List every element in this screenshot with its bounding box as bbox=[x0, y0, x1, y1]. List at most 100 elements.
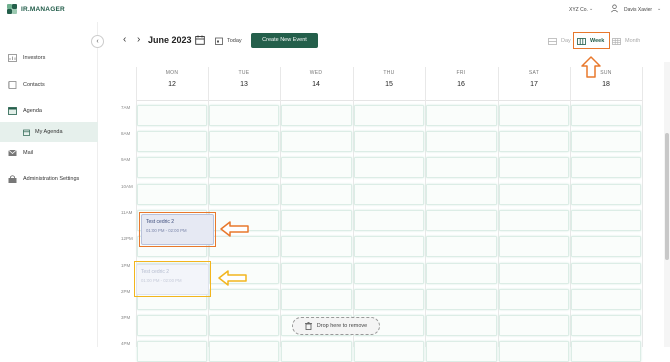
time-slot[interactable] bbox=[281, 184, 352, 205]
time-slot[interactable] bbox=[499, 157, 569, 178]
day-name: THU bbox=[383, 70, 395, 76]
time-slot[interactable] bbox=[209, 157, 279, 178]
time-slot[interactable] bbox=[209, 341, 279, 362]
day-number: 12 bbox=[168, 81, 176, 88]
view-month-button[interactable]: Month bbox=[612, 35, 640, 47]
time-slot[interactable] bbox=[571, 210, 641, 231]
time-slot[interactable] bbox=[571, 105, 641, 126]
time-slot[interactable] bbox=[426, 315, 497, 336]
time-slot[interactable] bbox=[426, 131, 497, 152]
sidebar: Investors Contacts Agenda My Agenda Mail bbox=[0, 22, 98, 347]
time-slot[interactable] bbox=[354, 210, 424, 231]
time-slot[interactable] bbox=[281, 236, 352, 257]
create-new-event-button[interactable]: Create New Event bbox=[251, 33, 318, 48]
time-slot[interactable] bbox=[499, 289, 569, 310]
day-number: 18 bbox=[602, 81, 610, 88]
sidebar-item-mail[interactable]: Mail bbox=[0, 143, 98, 163]
next-week-button[interactable]: › bbox=[137, 34, 140, 45]
time-slot[interactable] bbox=[281, 131, 352, 152]
time-slot[interactable] bbox=[281, 289, 352, 310]
today-button[interactable]: Today bbox=[215, 35, 242, 46]
time-slot[interactable] bbox=[137, 105, 207, 126]
date-picker-icon[interactable] bbox=[195, 35, 205, 45]
day-name: WED bbox=[309, 70, 323, 76]
drop-to-remove-zone[interactable]: Drop here to remove bbox=[292, 317, 380, 335]
sidebar-item-my-agenda[interactable]: My Agenda bbox=[0, 122, 98, 142]
time-slot[interactable] bbox=[209, 236, 279, 257]
time-slot[interactable] bbox=[281, 341, 352, 362]
time-slot[interactable] bbox=[209, 315, 279, 336]
user-icon[interactable] bbox=[610, 4, 619, 13]
time-slot[interactable] bbox=[426, 184, 497, 205]
time-slot[interactable] bbox=[354, 341, 424, 362]
chevron-down-icon[interactable]: ⌄ bbox=[657, 6, 661, 12]
time-slot[interactable] bbox=[281, 263, 352, 284]
time-slot[interactable] bbox=[426, 236, 497, 257]
time-slot[interactable] bbox=[499, 263, 569, 284]
time-slot[interactable] bbox=[571, 131, 641, 152]
time-slot[interactable] bbox=[426, 210, 497, 231]
time-slot[interactable] bbox=[426, 341, 497, 362]
time-slot[interactable] bbox=[137, 315, 207, 336]
agenda-icon bbox=[8, 107, 17, 115]
company-selector[interactable]: XYZ Co. bbox=[569, 7, 588, 13]
time-slot[interactable] bbox=[209, 289, 279, 310]
week-view-highlight-box bbox=[573, 32, 610, 49]
sidebar-item-agenda[interactable]: Agenda bbox=[0, 101, 98, 121]
previous-week-button[interactable]: ‹ bbox=[123, 34, 126, 45]
time-slot[interactable] bbox=[354, 105, 424, 126]
time-slot[interactable] bbox=[571, 315, 641, 336]
time-slot[interactable] bbox=[426, 157, 497, 178]
time-slot[interactable] bbox=[499, 184, 569, 205]
day-header-sat[interactable]: SAT 17 bbox=[498, 70, 570, 88]
day-header-fri[interactable]: FRI 16 bbox=[425, 70, 497, 88]
chevron-down-icon[interactable]: ⌄ bbox=[589, 6, 593, 12]
time-slot[interactable] bbox=[571, 157, 641, 178]
time-slot[interactable] bbox=[571, 263, 641, 284]
time-slot[interactable] bbox=[137, 341, 207, 362]
time-slot[interactable] bbox=[137, 131, 207, 152]
sidebar-item-investors[interactable]: Investors bbox=[0, 48, 98, 68]
time-slot[interactable] bbox=[499, 315, 569, 336]
time-slot[interactable] bbox=[426, 105, 497, 126]
scrollbar-thumb[interactable] bbox=[665, 133, 669, 260]
time-slot[interactable] bbox=[499, 105, 569, 126]
time-slot[interactable] bbox=[281, 210, 352, 231]
time-slot[interactable] bbox=[426, 263, 497, 284]
time-slot[interactable] bbox=[354, 131, 424, 152]
time-slot[interactable] bbox=[499, 210, 569, 231]
time-slot[interactable] bbox=[354, 157, 424, 178]
time-slot[interactable] bbox=[499, 131, 569, 152]
time-slot[interactable] bbox=[571, 184, 641, 205]
time-slot[interactable] bbox=[571, 236, 641, 257]
sidebar-item-contacts[interactable]: Contacts bbox=[0, 75, 98, 95]
app-logo[interactable]: IR.MANAGER bbox=[7, 4, 65, 14]
time-slot[interactable] bbox=[281, 105, 352, 126]
day-header-wed[interactable]: WED 14 bbox=[280, 70, 352, 88]
time-slot[interactable] bbox=[571, 341, 641, 362]
time-slot[interactable] bbox=[354, 184, 424, 205]
sidebar-item-label: My Agenda bbox=[35, 129, 63, 135]
day-header-tue[interactable]: TUE 13 bbox=[208, 70, 280, 88]
time-slot[interactable] bbox=[209, 184, 279, 205]
sidebar-item-administration-settings[interactable]: Administration Settings bbox=[0, 169, 98, 189]
time-slot[interactable] bbox=[499, 236, 569, 257]
time-slot[interactable] bbox=[137, 184, 207, 205]
arrow-left-annotation-icon bbox=[218, 270, 247, 286]
time-slot[interactable] bbox=[137, 157, 207, 178]
time-slot[interactable] bbox=[354, 263, 424, 284]
time-slot[interactable] bbox=[354, 236, 424, 257]
time-slot[interactable] bbox=[571, 289, 641, 310]
time-slot[interactable] bbox=[209, 131, 279, 152]
time-slot[interactable] bbox=[281, 157, 352, 178]
user-name[interactable]: Davis Xavier bbox=[624, 7, 652, 13]
collapse-sidebar-button[interactable]: ‹ bbox=[91, 35, 104, 48]
view-day-button[interactable]: Day bbox=[548, 35, 571, 47]
day-header-thu[interactable]: THU 15 bbox=[353, 70, 425, 88]
time-slot[interactable] bbox=[209, 105, 279, 126]
day-header-sun[interactable]: SUN 18 bbox=[570, 70, 642, 88]
day-header-mon[interactable]: MON 12 bbox=[136, 70, 208, 88]
time-slot[interactable] bbox=[499, 341, 569, 362]
time-slot[interactable] bbox=[426, 289, 497, 310]
time-slot[interactable] bbox=[354, 289, 424, 310]
